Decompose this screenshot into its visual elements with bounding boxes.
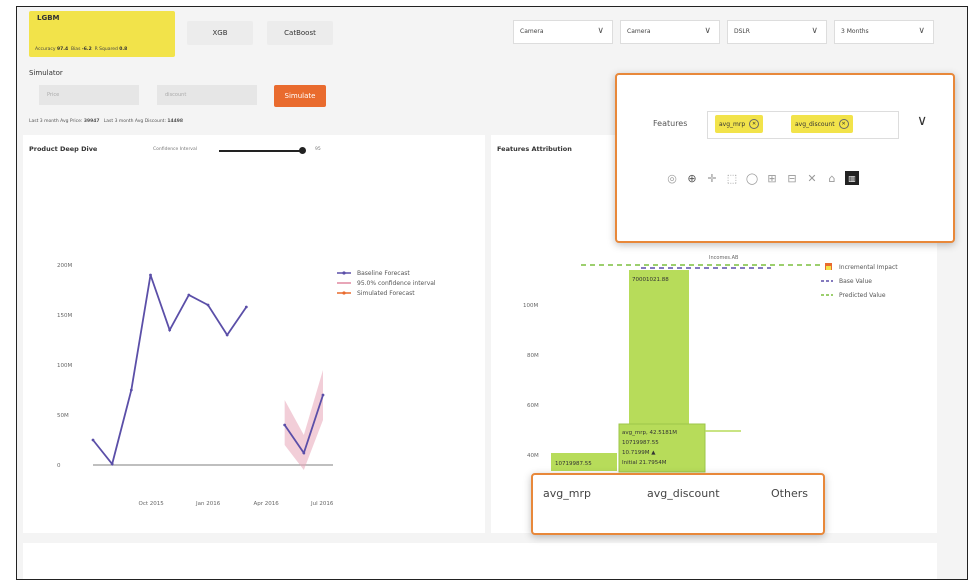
y-tick-label: 150M xyxy=(57,313,72,319)
legend-base-value: Base Value xyxy=(839,278,872,285)
model-name: LGBM xyxy=(37,14,60,22)
attr-y-tick: 100M xyxy=(523,303,538,309)
chevron-down-icon: ∨ xyxy=(811,26,818,36)
box-select-icon[interactable]: ⬚ xyxy=(725,171,739,185)
simulator-title: Simulator xyxy=(29,69,63,77)
app-frame: LGBM Accuracy 97.4 Bias -6.2 R Squared 0… xyxy=(16,6,968,580)
filter-period-dropdown[interactable]: 3 Months ∨ xyxy=(834,20,934,44)
legend-baseline: Baseline Forecast xyxy=(357,270,410,277)
y-tick-label: 100M xyxy=(57,363,72,369)
legend-predicted-value: Predicted Value xyxy=(839,292,886,299)
chevron-down-icon: ∨ xyxy=(918,26,925,36)
data-point xyxy=(110,462,114,466)
data-point xyxy=(302,451,306,455)
plot-toolbar: ◎ ⊕ ✛ ⬚ ◯ ⊞ ⊟ ✕ ⌂ ▥ xyxy=(665,171,859,185)
deep-dive-legend: Baseline Forecast 95.0% confidence inter… xyxy=(337,270,436,297)
x-tick-label: Jul 2016 xyxy=(310,501,334,507)
xaxis-labels-overlay: avg_mrp avg_discount Others xyxy=(531,473,825,535)
svg-text:10.7199M ▲: 10.7199M ▲ xyxy=(622,450,656,456)
attr-y-tick: 80M xyxy=(527,353,539,359)
bottom-panel xyxy=(23,543,937,579)
remove-chip-icon[interactable]: ✕ xyxy=(749,119,760,129)
bar-chart-icon[interactable]: ▥ xyxy=(845,171,859,185)
y-tick-label: 50M xyxy=(57,413,69,419)
simulator-stats: Last 3 month Avg Price: 39947 Last 3 mon… xyxy=(29,119,184,124)
xaxis-label-others: Others xyxy=(771,487,808,500)
data-point xyxy=(129,388,133,392)
data-point xyxy=(321,393,325,397)
data-point xyxy=(283,423,287,427)
attr-y-tick: 60M xyxy=(527,403,539,409)
data-point xyxy=(187,293,191,297)
chevron-down-icon[interactable]: ∨ xyxy=(917,113,927,129)
features-overlay: Features avg_mrp ✕ avg_discount ✕ ∨ ◎ ⊕ ✛ … xyxy=(615,73,955,243)
x-tick-label: Apr 2016 xyxy=(254,501,280,507)
model-tab-xgb[interactable]: XGB xyxy=(187,21,253,45)
data-point xyxy=(244,305,248,309)
remove-chip-icon[interactable]: ✕ xyxy=(838,119,849,129)
home-icon[interactable]: ⌂ xyxy=(825,171,839,185)
data-point xyxy=(91,438,95,442)
zoom-in-icon[interactable]: ⊞ xyxy=(765,171,779,185)
features-label: Features xyxy=(653,119,688,128)
svg-text:10719987.55: 10719987.55 xyxy=(622,440,659,446)
baseline-forecast-line xyxy=(92,274,248,466)
camera-icon[interactable]: ◎ xyxy=(665,171,679,185)
autoscale-icon[interactable]: ✕ xyxy=(805,171,819,185)
chevron-down-icon: ∨ xyxy=(704,26,711,36)
y-tick-label: 200M xyxy=(57,263,72,269)
zoom-out-icon[interactable]: ⊟ xyxy=(785,171,799,185)
filter-subcategory-dropdown[interactable]: Camera ∨ xyxy=(620,20,720,44)
filter-product-dropdown[interactable]: DSLR ∨ xyxy=(727,20,827,44)
filter-category-dropdown[interactable]: Camera ∨ xyxy=(513,20,613,44)
pan-icon[interactable]: ✛ xyxy=(705,171,719,185)
feature-chip-avg-mrp[interactable]: avg_mrp ✕ xyxy=(715,115,764,133)
top-bar-label: Incomes.AB xyxy=(709,255,739,261)
x-tick-label: Oct 2015 xyxy=(139,501,165,507)
model-card-lgbm[interactable]: LGBM Accuracy 97.4 Bias -6.2 R Squared 0… xyxy=(29,11,175,57)
xaxis-label-avg-mrp: avg_mrp xyxy=(543,487,591,500)
price-input[interactable]: Price xyxy=(39,85,139,105)
x-tick-label: Jan 2016 xyxy=(195,501,221,507)
model-tab-catboost[interactable]: CatBoost xyxy=(267,21,333,45)
deep-dive-panel: Product Deep Dive Confidence Interval 95… xyxy=(23,135,485,533)
data-point xyxy=(225,333,229,337)
confidence-interval-band xyxy=(284,370,323,470)
zoom-icon[interactable]: ⊕ xyxy=(685,171,699,185)
legend-interval: 95.0% confidence interval xyxy=(357,280,436,287)
attr-y-tick: 40M xyxy=(527,453,539,459)
bar-value-label: 10719987.55 xyxy=(555,461,592,467)
chevron-down-icon: ∨ xyxy=(597,26,604,36)
svg-text:Initial 21.7954M: Initial 21.7954M xyxy=(622,460,667,466)
legend-incremental: Incremental Impact xyxy=(839,264,898,271)
data-point xyxy=(206,303,210,307)
y-tick-label: 0 xyxy=(57,463,61,469)
data-point xyxy=(168,328,172,332)
legend-simulated: Simulated Forecast xyxy=(357,290,415,297)
lasso-icon[interactable]: ◯ xyxy=(745,171,759,185)
model-metrics: Accuracy 97.4 Bias -6.2 R Squared 0.8 xyxy=(35,47,128,52)
simulate-button[interactable]: Simulate xyxy=(274,85,326,107)
svg-text:avg_mrp, 42.5181M: avg_mrp, 42.5181M xyxy=(622,430,677,436)
xaxis-label-avg-discount: avg_discount xyxy=(647,487,720,500)
bar-value-label: 70001021.88 xyxy=(632,277,669,283)
discount-input[interactable]: discount xyxy=(157,85,257,105)
data-point xyxy=(149,273,152,277)
deep-dive-chart: 200M 150M 100M 50M 0 Oct 2015 Jan 2016 Apr 2016… xyxy=(57,263,436,507)
feature-chip-avg-discount[interactable]: avg_discount ✕ xyxy=(791,115,853,133)
